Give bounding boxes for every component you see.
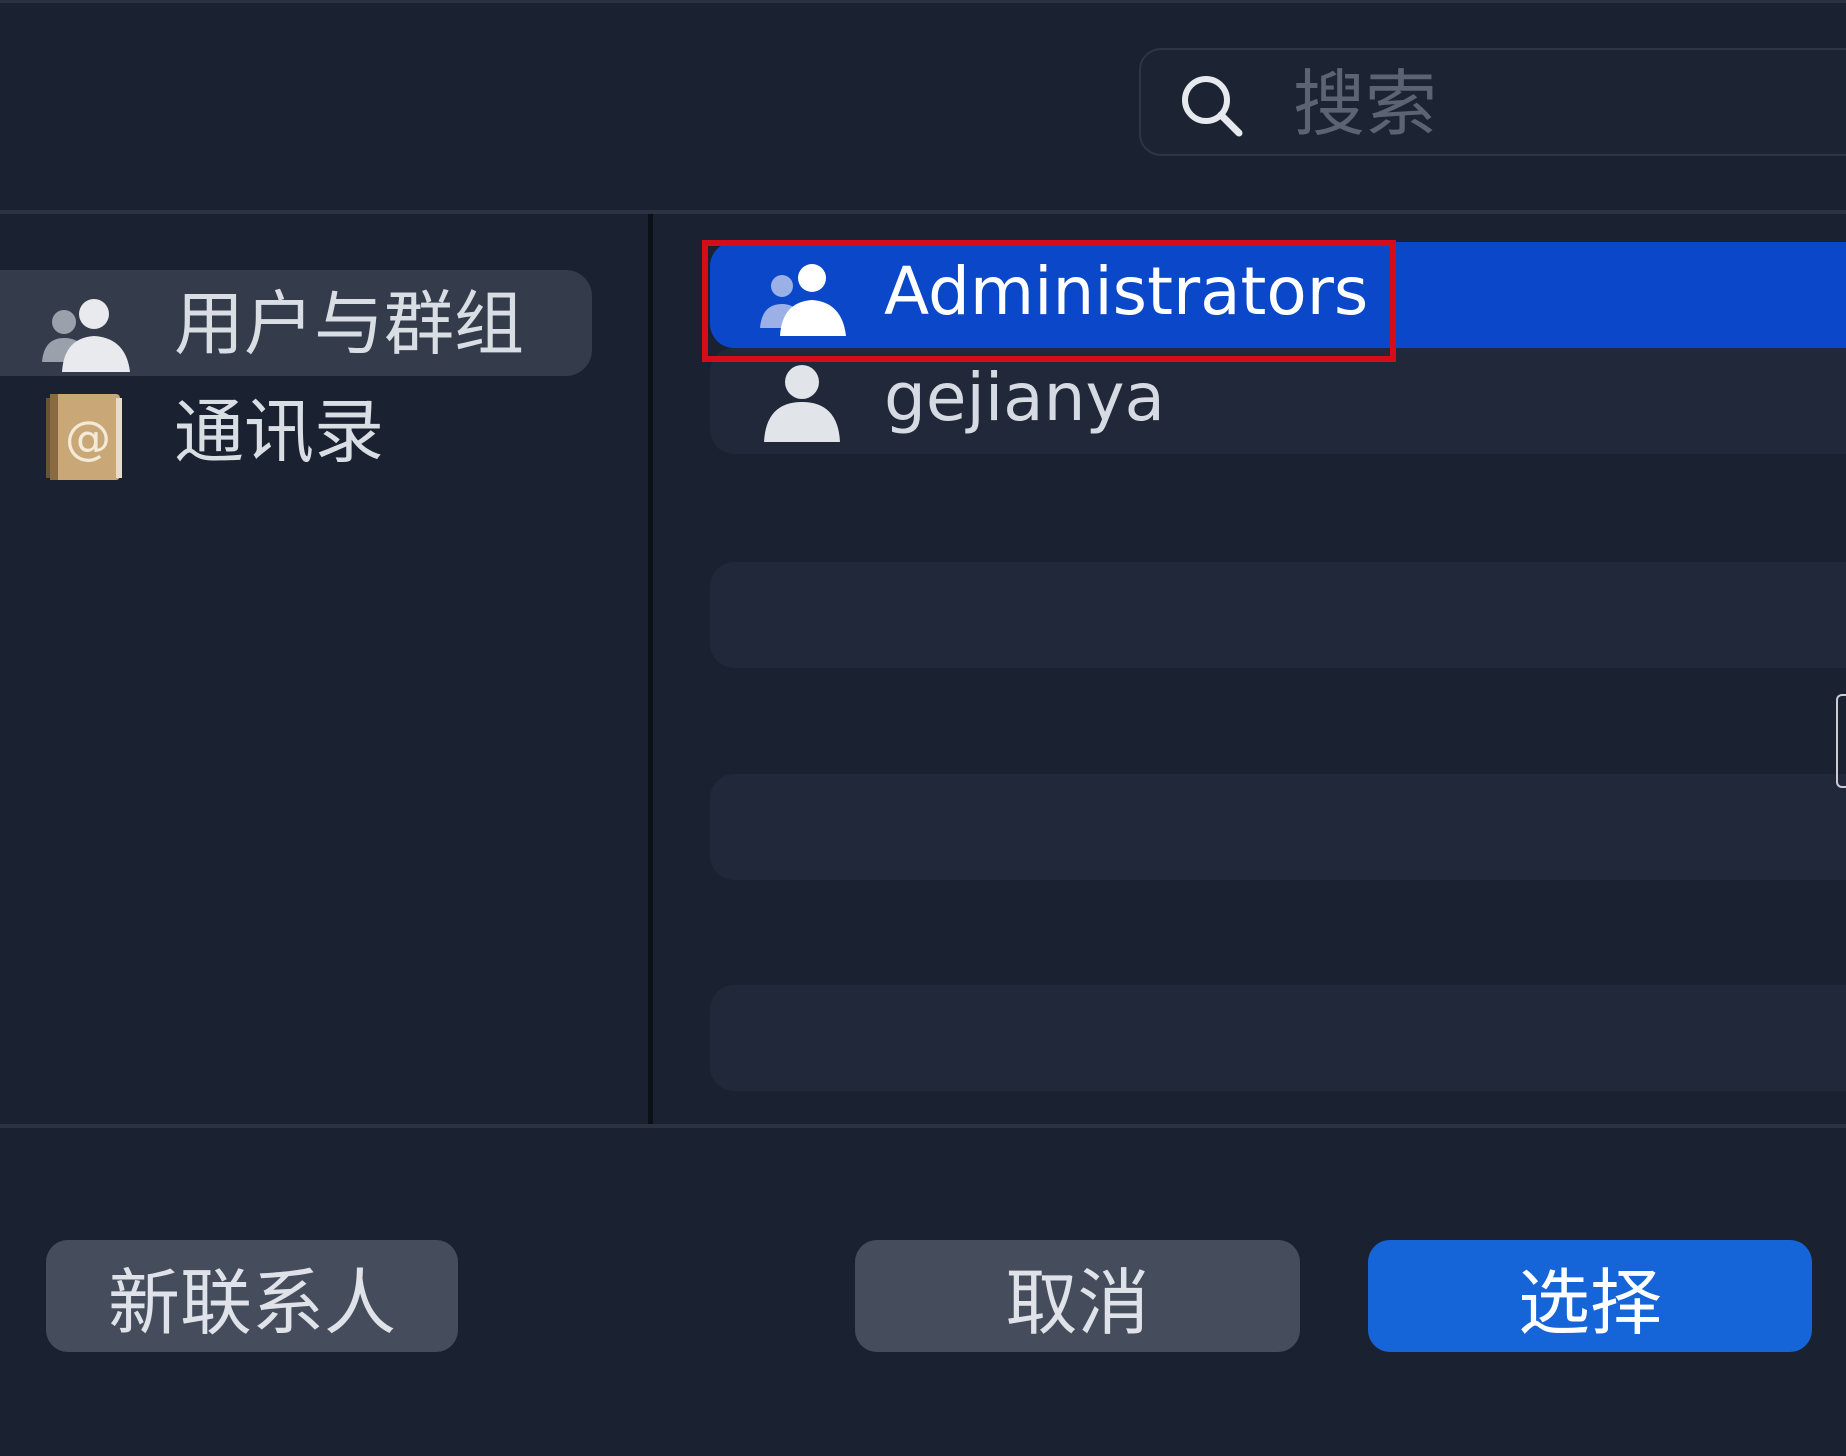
search-icon <box>1182 76 1243 137</box>
address-book-icon: @ <box>46 394 122 480</box>
scrollbar-handle[interactable] <box>1836 694 1846 788</box>
cancel-button[interactable]: 取消 <box>855 1240 1300 1352</box>
pane-divider[interactable] <box>648 214 653 1124</box>
empty-list-row <box>710 985 1846 1091</box>
empty-list-row <box>710 562 1846 668</box>
svg-text:@: @ <box>65 411 111 465</box>
choose-button[interactable]: 选择 <box>1368 1240 1812 1352</box>
selection-highlight-annotation <box>702 240 1396 362</box>
list-item-label: gejianya <box>884 359 1165 436</box>
new-contact-button[interactable]: 新联系人 <box>46 1240 458 1352</box>
empty-list-row <box>710 774 1846 880</box>
divider <box>0 1124 1846 1128</box>
sidebar-item-users-groups[interactable]: 用户与群组 <box>0 270 592 376</box>
search-placeholder: 搜索 <box>1293 62 1438 146</box>
users-groups-icon <box>42 299 130 372</box>
contact-picker-dialog: 搜索 用户与群组 @ 通讯录 Administrators gejianya 新… <box>0 0 1846 1456</box>
sidebar-item-label: 通讯录 <box>174 391 384 473</box>
sidebar-item-address-book[interactable]: @ 通讯录 <box>0 378 592 484</box>
user-icon <box>764 365 840 442</box>
window-top-edge <box>0 0 1846 3</box>
sidebar-item-label: 用户与群组 <box>174 283 524 365</box>
sidebar: 用户与群组 @ 通讯录 <box>0 214 648 1124</box>
search-field[interactable]: 搜索 <box>1139 48 1846 156</box>
list-item-gejianya[interactable]: gejianya <box>710 348 1846 454</box>
